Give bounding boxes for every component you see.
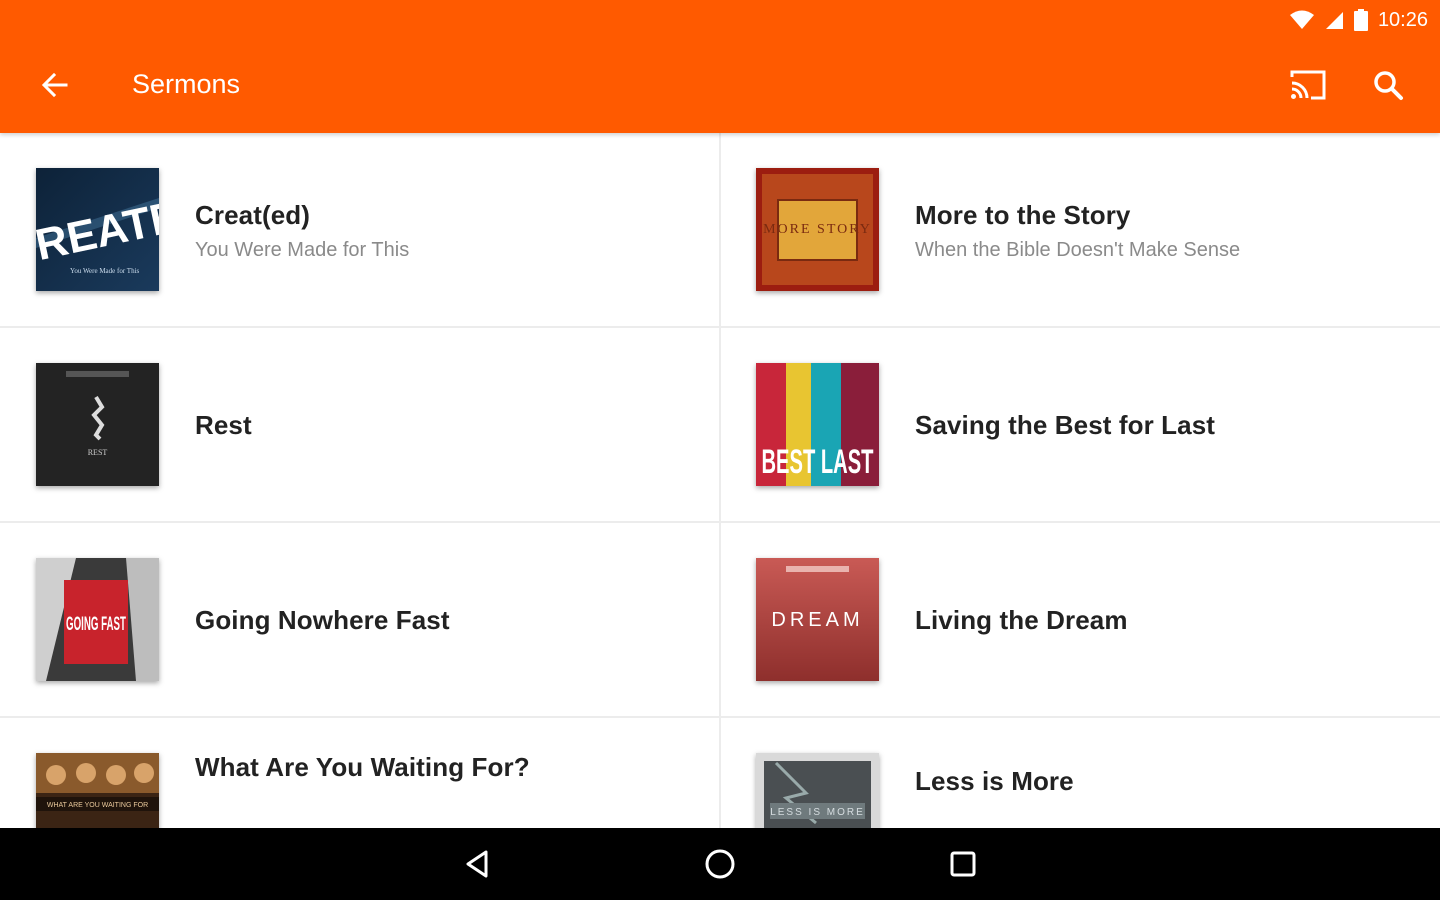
sermon-item-living-the-dream[interactable]: DREAM Living the Dream <box>721 523 1440 718</box>
back-arrow-icon <box>41 72 68 98</box>
wifi-icon <box>1289 10 1314 30</box>
sermon-artwork-living-the-dream: DREAM <box>756 558 879 681</box>
toolbar: Sermons <box>0 45 1440 125</box>
nav-back-button[interactable] <box>454 842 502 886</box>
status-bar: 10:26 <box>0 0 1440 40</box>
sermon-artwork-created: REATE You Were Made for This <box>36 168 159 291</box>
sermon-item-rest[interactable]: REST Rest <box>0 328 721 523</box>
sermon-artwork-saving-the-best-for-last: BEST LAST <box>756 363 879 486</box>
art-text: GOING FAST <box>66 614 126 635</box>
page-title: Sermons <box>132 69 241 99</box>
sermon-title: Less is More <box>915 766 1074 796</box>
sermon-title: Creat(ed) <box>195 199 311 230</box>
sermon-list[interactable]: REATE You Were Made for This Creat(ed) Y… <box>0 133 1440 828</box>
sermon-subtitle: You Were Made for This <box>195 238 410 261</box>
back-button[interactable] <box>32 63 76 107</box>
art-text: DREAM <box>771 609 863 631</box>
sermon-item-created[interactable]: REATE You Were Made for This Creat(ed) Y… <box>0 133 721 328</box>
sermon-title: Rest <box>195 410 252 440</box>
sermon-artwork-what-are-you-waiting-for: WHAT ARE YOU WAITING FOR <box>36 753 159 828</box>
art-text: LESS IS MORE <box>770 807 865 818</box>
nav-home-button[interactable] <box>696 842 744 886</box>
art-text: WHAT ARE YOU WAITING FOR <box>47 802 148 809</box>
app-bar: 10:26 Sermons <box>0 0 1440 133</box>
sermon-title: Living the Dream <box>915 605 1128 635</box>
art-text: MORE STORY <box>763 222 872 237</box>
art-text: REST <box>88 448 108 457</box>
back-triangle-icon <box>466 850 488 878</box>
recents-square-icon <box>950 851 976 877</box>
sermon-item-what-are-you-waiting-for[interactable]: WHAT ARE YOU WAITING FOR What Are You Wa… <box>0 718 721 828</box>
sermon-item-going-nowhere-fast[interactable]: GOING FAST Going Nowhere Fast <box>0 523 721 718</box>
battery-icon <box>1353 9 1368 31</box>
sermon-artwork-less-is-more: LESS IS MORE <box>756 753 879 828</box>
sermon-item-more-to-the-story[interactable]: MORE STORY More to the Story When the Bi… <box>721 133 1440 328</box>
search-icon <box>1374 71 1403 100</box>
sermon-title: What Are You Waiting For? <box>195 752 530 782</box>
system-nav-bar <box>0 828 1440 900</box>
sermon-artwork-more-to-the-story: MORE STORY <box>756 168 879 291</box>
sermon-item-less-is-more[interactable]: LESS IS MORE Less is More <box>721 718 1440 828</box>
home-circle-icon <box>705 849 735 879</box>
sermon-grid: REATE You Were Made for This Creat(ed) Y… <box>0 133 1440 828</box>
sermon-title: Saving the Best for Last <box>915 410 1216 440</box>
cast-icon <box>1290 70 1326 100</box>
art-caption: You Were Made for This <box>70 267 140 275</box>
cell-signal-icon <box>1324 10 1344 30</box>
status-time: 10:26 <box>1377 8 1428 31</box>
cast-button[interactable] <box>1284 63 1332 107</box>
nav-recents-button[interactable] <box>939 842 987 886</box>
art-text: BEST LAST <box>762 443 874 481</box>
sermon-artwork-rest: REST <box>36 363 159 486</box>
sermon-artwork-going-nowhere-fast: GOING FAST <box>36 558 159 681</box>
sermon-title: Going Nowhere Fast <box>195 605 450 635</box>
sermon-subtitle: When the Bible Doesn't Make Sense <box>915 238 1241 261</box>
sermon-item-saving-the-best-for-last[interactable]: BEST LAST Saving the Best for Last <box>721 328 1440 523</box>
sermon-title: More to the Story <box>915 199 1131 230</box>
search-button[interactable] <box>1364 63 1412 107</box>
